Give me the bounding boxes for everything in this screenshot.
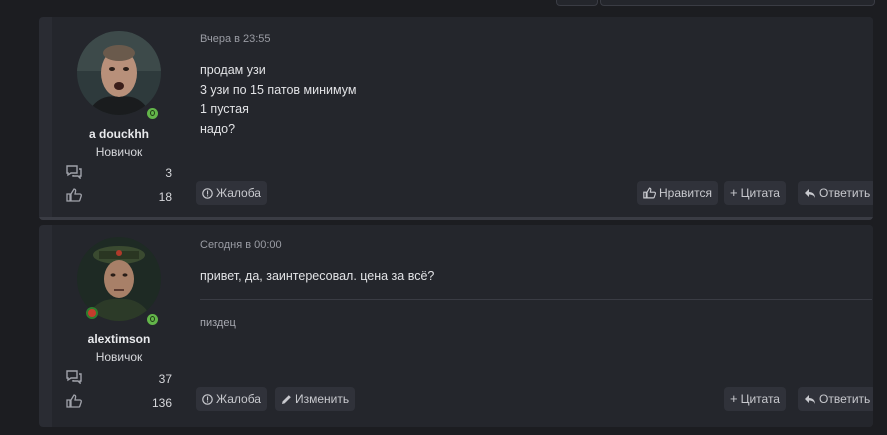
post-content: Вчера в 23:55 продам узи 3 узи по 15 пат… [196,17,873,220]
top-partial-button-1[interactable] [556,0,598,6]
quote-button[interactable]: + Цитата [724,181,786,205]
flag-badge-icon [86,307,98,319]
message-line: 1 пустая [200,102,249,116]
plus-icon: + [730,391,738,406]
quote-label: Цитата [740,392,780,406]
post-message: продам узи 3 узи по 15 патов минимум 1 п… [200,61,356,139]
messages-count: 3 [165,166,172,180]
username[interactable]: a douckhh [66,127,172,141]
quote-label: Цитата [740,186,780,200]
reply-label: Ответить [819,186,871,200]
reply-icon [805,394,815,404]
post-body: a douckhh Новичок 3 18 Вчера в 23:55 про… [52,17,873,220]
plus-icon: + [730,185,738,200]
pencil-icon [282,394,291,404]
like-button[interactable]: Нравится [637,181,718,205]
reply-button[interactable]: Ответить [798,387,873,411]
user-info: a douckhh Новичок 3 18 [66,17,186,220]
edit-label: Изменить [295,392,350,406]
username[interactable]: alextimson [66,332,172,346]
reply-button[interactable]: Ответить [798,181,873,205]
top-partial-button-2[interactable] [600,0,875,6]
user-info: alextimson Новичок 37 136 [66,225,186,427]
like-label: Нравится [659,186,712,200]
post-date[interactable]: Сегодня в 00:00 [200,239,282,251]
thumbs-up-icon [643,187,656,199]
reactions-count: 136 [151,396,172,410]
thumbs-up-icon [66,394,82,408]
reply-label: Ответить [819,392,871,406]
post-content: Сегодня в 00:00 привет, да, заинтересова… [196,225,873,427]
post-body: alextimson Новичок 37 136 Сегодня в 00:0… [52,225,873,427]
post-message: привет, да, заинтересовал. цена за всё? [200,267,434,287]
post: a douckhh Новичок 3 18 Вчера в 23:55 про… [39,17,873,220]
report-button[interactable]: Жалоба [196,181,267,205]
quote-button[interactable]: + Цитата [724,387,786,411]
post: alextimson Новичок 37 136 Сегодня в 00:0… [39,225,873,427]
report-label: Жалоба [216,186,261,200]
alert-icon [202,187,213,199]
report-button[interactable]: Жалоба [196,387,267,411]
thumbs-up-icon [66,188,82,202]
online-status-icon [145,106,160,121]
message-line: продам узи [200,63,266,77]
reply-icon [805,188,815,198]
user-title: Новичок [95,145,143,159]
messages-count: 37 [158,372,172,386]
message-line: надо? [200,121,236,136]
post-date[interactable]: Вчера в 23:55 [200,33,271,45]
report-label: Жалоба [216,392,261,406]
online-status-icon [145,312,160,327]
avatar[interactable] [77,31,161,115]
reactions-count: 18 [158,190,172,204]
alert-icon [202,393,213,405]
message-line: привет, да, заинтересовал. цена за всё? [200,269,435,283]
user-title: Новичок [95,350,143,364]
message-line: 3 узи по 15 патов минимум [200,82,357,97]
signature: пиздец [200,317,236,329]
post-divider [39,217,873,220]
signature-divider [200,299,872,300]
edit-button[interactable]: Изменить [275,387,356,411]
messages-icon [66,165,82,179]
messages-icon [66,370,82,384]
